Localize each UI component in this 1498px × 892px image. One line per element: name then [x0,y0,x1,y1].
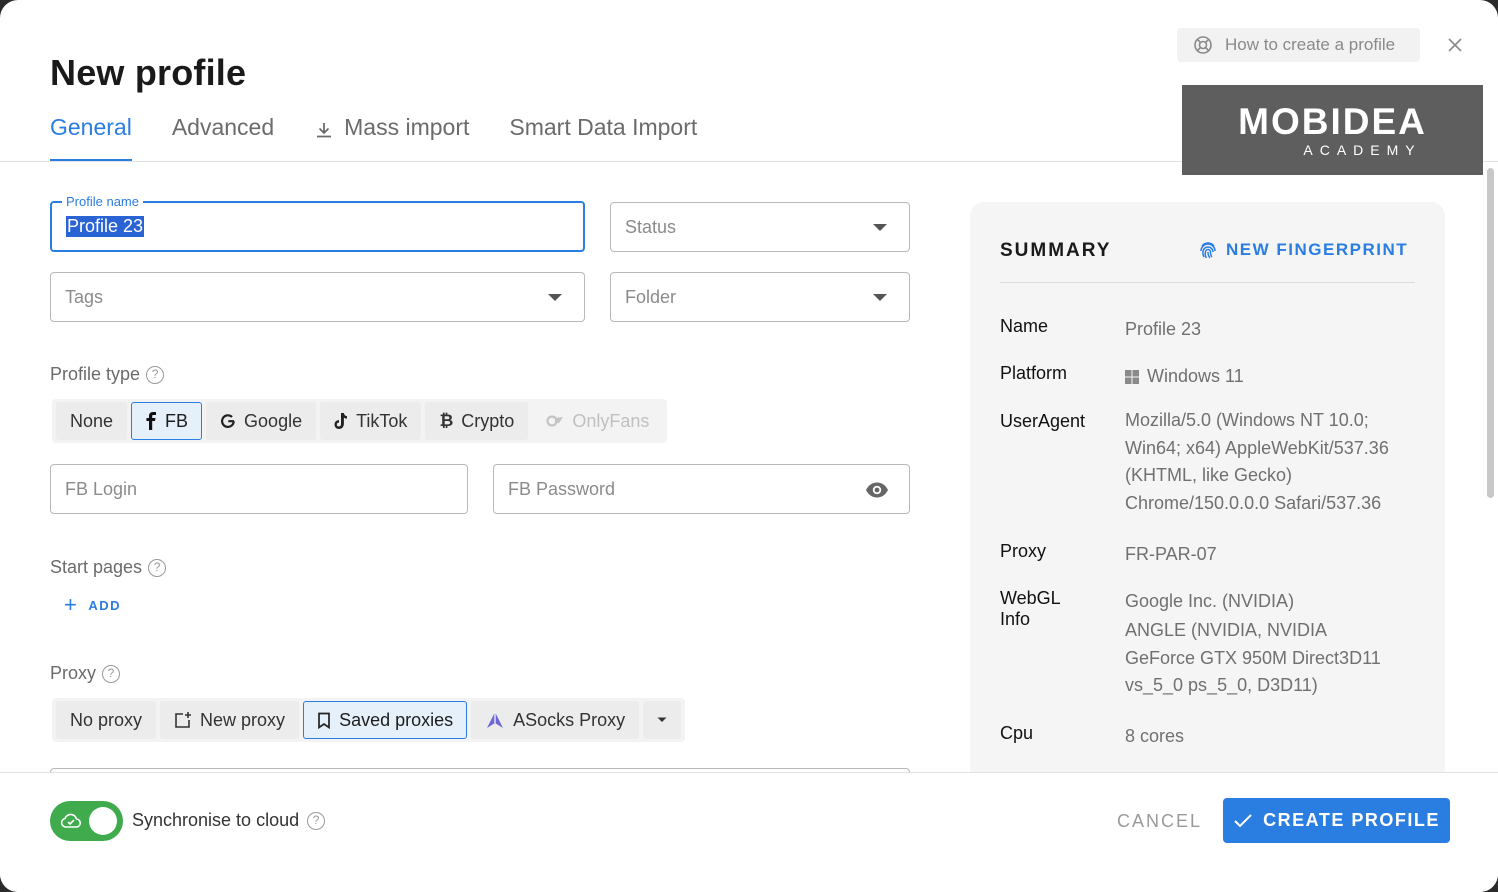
logo-sub-text: ACADEMY [1303,141,1422,158]
asocks-icon [485,711,505,729]
close-icon[interactable] [1444,34,1466,56]
tab-advanced[interactable]: Advanced [172,112,274,162]
sync-cloud-label: Synchronise to cloud ? [132,810,326,831]
scrollbar[interactable] [1487,168,1494,498]
mobidea-academy-logo: MOBIDEA ACADEMY [1182,85,1483,175]
tab-smart-data-import[interactable]: Smart Data Import [509,112,697,162]
profile-type-onlyfans[interactable]: OnlyFans [532,402,664,440]
dropdown-arrow-icon [873,294,887,301]
toggle-knob [89,807,117,835]
dropdown-arrow-icon [548,294,562,301]
chevron-down-icon [657,717,667,722]
bookmark-icon [317,712,331,729]
profile-type-label: Profile type ? [50,364,165,385]
proxy-option-no-proxy[interactable]: No proxy [56,701,157,739]
download-icon [317,123,332,138]
profile-name-field[interactable]: Profile name Profile 23 [50,194,585,252]
tab-bar: General Advanced Mass import Smart Data … [50,112,737,162]
tab-mass-import[interactable]: Mass import [314,112,469,162]
summary-title: SUMMARY [1000,240,1112,261]
lifebuoy-icon [1194,36,1212,54]
folder-select[interactable]: Folder [610,272,910,322]
help-icon[interactable]: ? [148,558,167,577]
windows-icon [1125,370,1139,385]
profile-type-fb[interactable]: FB [131,402,203,440]
onlyfans-icon [546,415,564,427]
profile-type-crypto[interactable]: ₿ Crypto [425,402,529,440]
proxy-label: Proxy ? [50,663,121,684]
fb-password-input[interactable]: FB Password [493,464,910,514]
summary-divider [1000,282,1415,283]
summary-panel: SUMMARY NEW FINGERPRINT Name Profile 23 … [970,202,1445,802]
sync-cloud-toggle[interactable] [50,801,123,841]
profile-type-selector: None FB Google TikTok ₿ Crypto OnlyFans [52,399,668,443]
status-select[interactable]: Status [610,202,910,252]
tiktok-icon [334,413,348,429]
new-fingerprint-button[interactable]: NEW FINGERPRINT [1198,240,1408,260]
how-to-create-profile-button[interactable]: How to create a profile [1177,28,1420,62]
logo-main-text: MOBIDEA [1238,100,1427,142]
profile-type-none[interactable]: None [56,402,128,440]
plus-icon: + [64,592,79,617]
check-icon [1234,813,1252,827]
new-profile-dialog: New profile General Advanced Mass import… [0,0,1498,892]
proxy-option-asocks[interactable]: ASocks Proxy [471,701,640,739]
fb-login-input[interactable]: FB Login [50,464,468,514]
proxy-option-new-proxy[interactable]: New proxy [160,701,300,739]
footer-divider [0,772,1498,773]
proxy-option-saved-proxies[interactable]: Saved proxies [303,701,468,739]
proxy-more-dropdown[interactable] [643,701,682,739]
bitcoin-icon: ₿ [439,411,454,430]
profile-name-label: Profile name [62,194,143,209]
new-proxy-icon [174,711,192,729]
profile-type-google[interactable]: Google [206,402,317,440]
help-icon[interactable]: ? [307,811,326,830]
help-icon[interactable]: ? [146,365,165,384]
profile-type-tiktok[interactable]: TikTok [320,402,422,440]
help-icon[interactable]: ? [102,664,121,683]
profile-name-value: Profile 23 [66,216,145,237]
dialog-title: New profile [50,52,247,93]
tab-general[interactable]: General [50,112,132,162]
cancel-button[interactable]: CANCEL [1117,811,1202,832]
facebook-icon [145,412,157,430]
create-profile-button[interactable]: CREATE PROFILE [1223,798,1450,843]
cloud-check-icon [60,813,82,828]
dropdown-arrow-icon [873,224,887,231]
add-start-page-button[interactable]: + ADD [64,592,121,617]
tags-select[interactable]: Tags [50,272,585,322]
proxy-selector: No proxy New proxy Saved proxies ASocks … [52,698,686,742]
eye-icon[interactable] [865,479,889,501]
fingerprint-icon [1200,242,1216,259]
start-pages-label: Start pages ? [50,557,167,578]
google-icon [220,413,236,429]
